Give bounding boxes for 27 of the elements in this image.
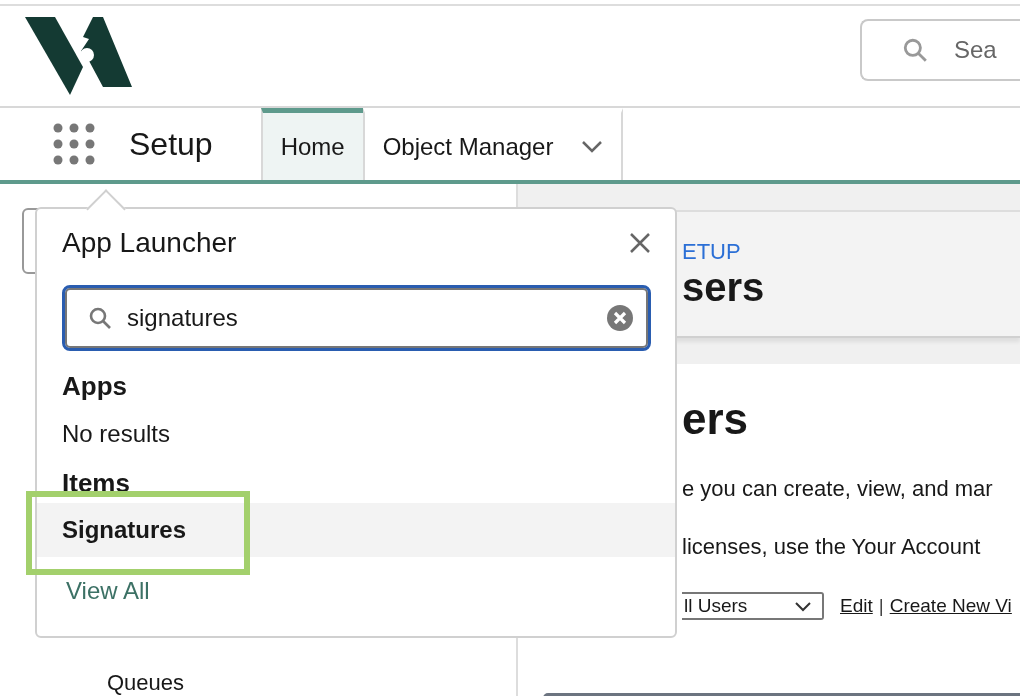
sidebar-item[interactable]: Queues	[107, 670, 516, 696]
popover-title: App Launcher	[62, 227, 237, 259]
app-title: Setup	[129, 125, 213, 163]
view-select[interactable]: ll Users	[682, 592, 824, 620]
search-field[interactable]: Sea	[860, 19, 1020, 81]
chevron-down-icon	[794, 600, 812, 612]
create-view-link[interactable]: Create New Vi	[889, 595, 1012, 617]
nav-tab[interactable]: Object Manager	[362, 108, 624, 180]
search-placeholder: Sea	[954, 36, 997, 64]
breadcrumb: ETUP	[682, 238, 742, 265]
link-separator: |	[878, 595, 884, 617]
search-icon	[902, 37, 928, 63]
result-item[interactable]: Signatures	[37, 503, 675, 557]
section-label: Apps	[62, 371, 128, 402]
app-search-field[interactable]: signatures	[62, 285, 651, 351]
section-heading: ers	[682, 394, 750, 444]
search-icon	[88, 306, 112, 330]
edit-link[interactable]: Edit	[840, 595, 873, 617]
nav-tab[interactable]: Home	[260, 108, 363, 180]
no-results-text: No results	[62, 420, 172, 448]
app-launcher-icon[interactable]	[53, 123, 95, 165]
view-all-link[interactable]: View All	[66, 577, 651, 605]
clear-icon[interactable]	[607, 305, 633, 331]
description-text: licenses, use the Your Account	[682, 534, 982, 560]
page-title: sers	[682, 264, 766, 310]
close-icon[interactable]	[629, 232, 651, 254]
description-text: e you can create, view, and mar	[682, 476, 994, 502]
